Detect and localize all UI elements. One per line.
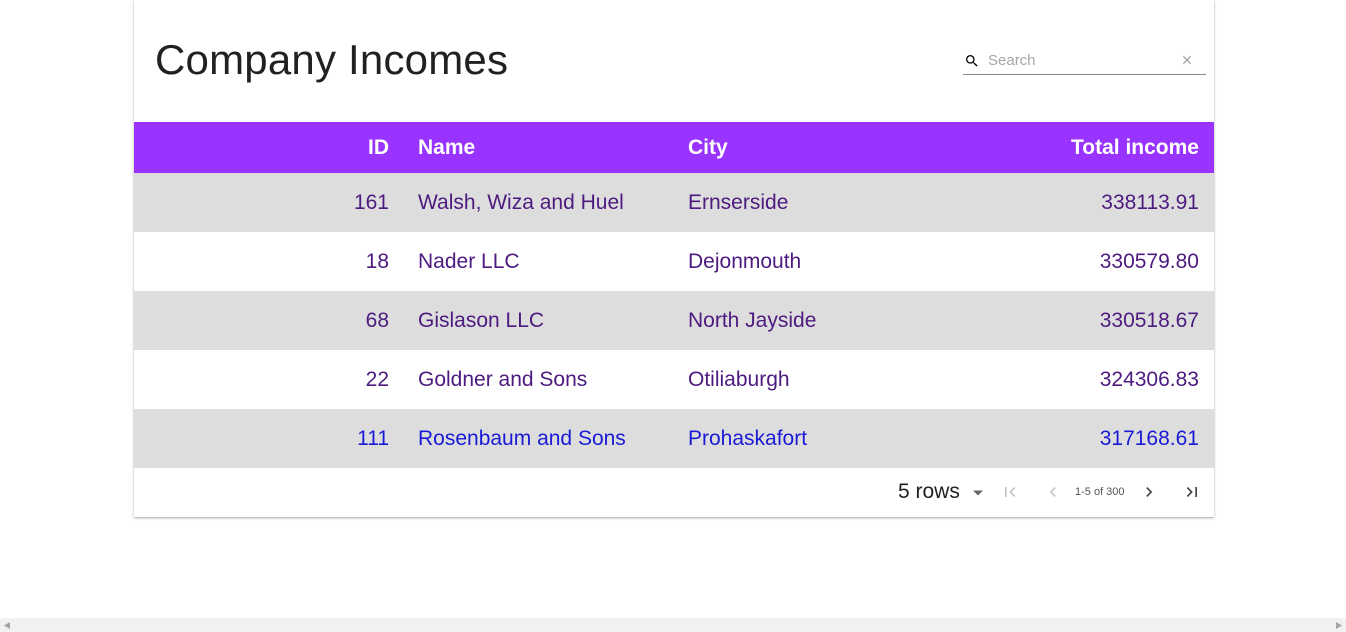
table-header-row: ID Name City Total income [134, 122, 1214, 173]
income-table-card: Company Incomes ID Name City Total incom… [134, 0, 1214, 517]
cell-id: 68 [365, 308, 389, 332]
column-header-id[interactable]: ID [134, 122, 418, 173]
cell-name: Goldner and Sons [418, 367, 588, 391]
cell-total-income: 330579.80 [1099, 249, 1199, 273]
table-row[interactable]: 68 Gislason LLC North Jayside 330518.67 [134, 291, 1214, 350]
cell-id: 22 [365, 367, 389, 391]
search-field [963, 47, 1206, 75]
caret-down-icon [973, 490, 983, 496]
cell-name: Nader LLC [418, 249, 520, 273]
cell-total-income: 324306.83 [1099, 367, 1199, 391]
table-row[interactable]: 18 Nader LLC Dejonmouth 330579.80 [134, 232, 1214, 291]
rows-per-page-value: 5 rows [898, 480, 960, 503]
horizontal-scrollbar[interactable] [0, 618, 1346, 632]
last-page-icon[interactable] [1182, 482, 1202, 502]
cell-name: Gislason LLC [418, 308, 545, 332]
table-row[interactable]: 161 Walsh, Wiza and Huel Ernserside 3381… [134, 173, 1214, 232]
scroll-left-icon[interactable] [4, 622, 10, 629]
table-row[interactable]: 22 Goldner and Sons Otiliaburgh 324306.8… [134, 350, 1214, 409]
column-header-city[interactable]: City [688, 122, 958, 173]
cell-city: Prohaskafort [688, 426, 808, 450]
cell-id: 161 [353, 190, 389, 214]
cell-city: North Jayside [688, 308, 817, 332]
table-row[interactable]: 111 Rosenbaum and Sons Prohaskafort 3171… [134, 409, 1214, 468]
column-header-total-income[interactable]: Total income [958, 122, 1214, 173]
cell-total-income: 330518.67 [1099, 308, 1199, 332]
close-icon[interactable] [1180, 53, 1194, 67]
rows-per-page-select[interactable]: 5 rows [898, 480, 983, 506]
cell-id: 18 [365, 249, 389, 273]
cell-city: Ernserside [688, 190, 789, 214]
scroll-right-icon[interactable] [1336, 622, 1342, 629]
pagination-bar: 5 rows 1-5 of 300 [134, 468, 1214, 517]
cell-city: Otiliaburgh [688, 367, 790, 391]
cell-total-income: 317168.61 [1099, 426, 1199, 450]
cell-city: Dejonmouth [688, 249, 802, 273]
search-icon [966, 55, 978, 67]
cell-total-income: 338113.91 [1101, 190, 1199, 214]
first-page-icon[interactable] [1000, 482, 1020, 502]
page-range: 1-5 of 300 [1075, 486, 1125, 498]
column-header-name[interactable]: Name [418, 122, 688, 173]
cell-name: Walsh, Wiza and Huel [418, 190, 624, 214]
cell-id: 111 [357, 426, 389, 450]
chevron-left-icon[interactable] [1043, 482, 1063, 502]
income-table: ID Name City Total income 161 Walsh, Wiz… [134, 122, 1214, 468]
cell-name: Rosenbaum and Sons [418, 426, 626, 450]
page-title: Company Incomes [155, 36, 509, 83]
chevron-right-icon[interactable] [1139, 482, 1159, 502]
search-input[interactable] [988, 50, 1168, 70]
